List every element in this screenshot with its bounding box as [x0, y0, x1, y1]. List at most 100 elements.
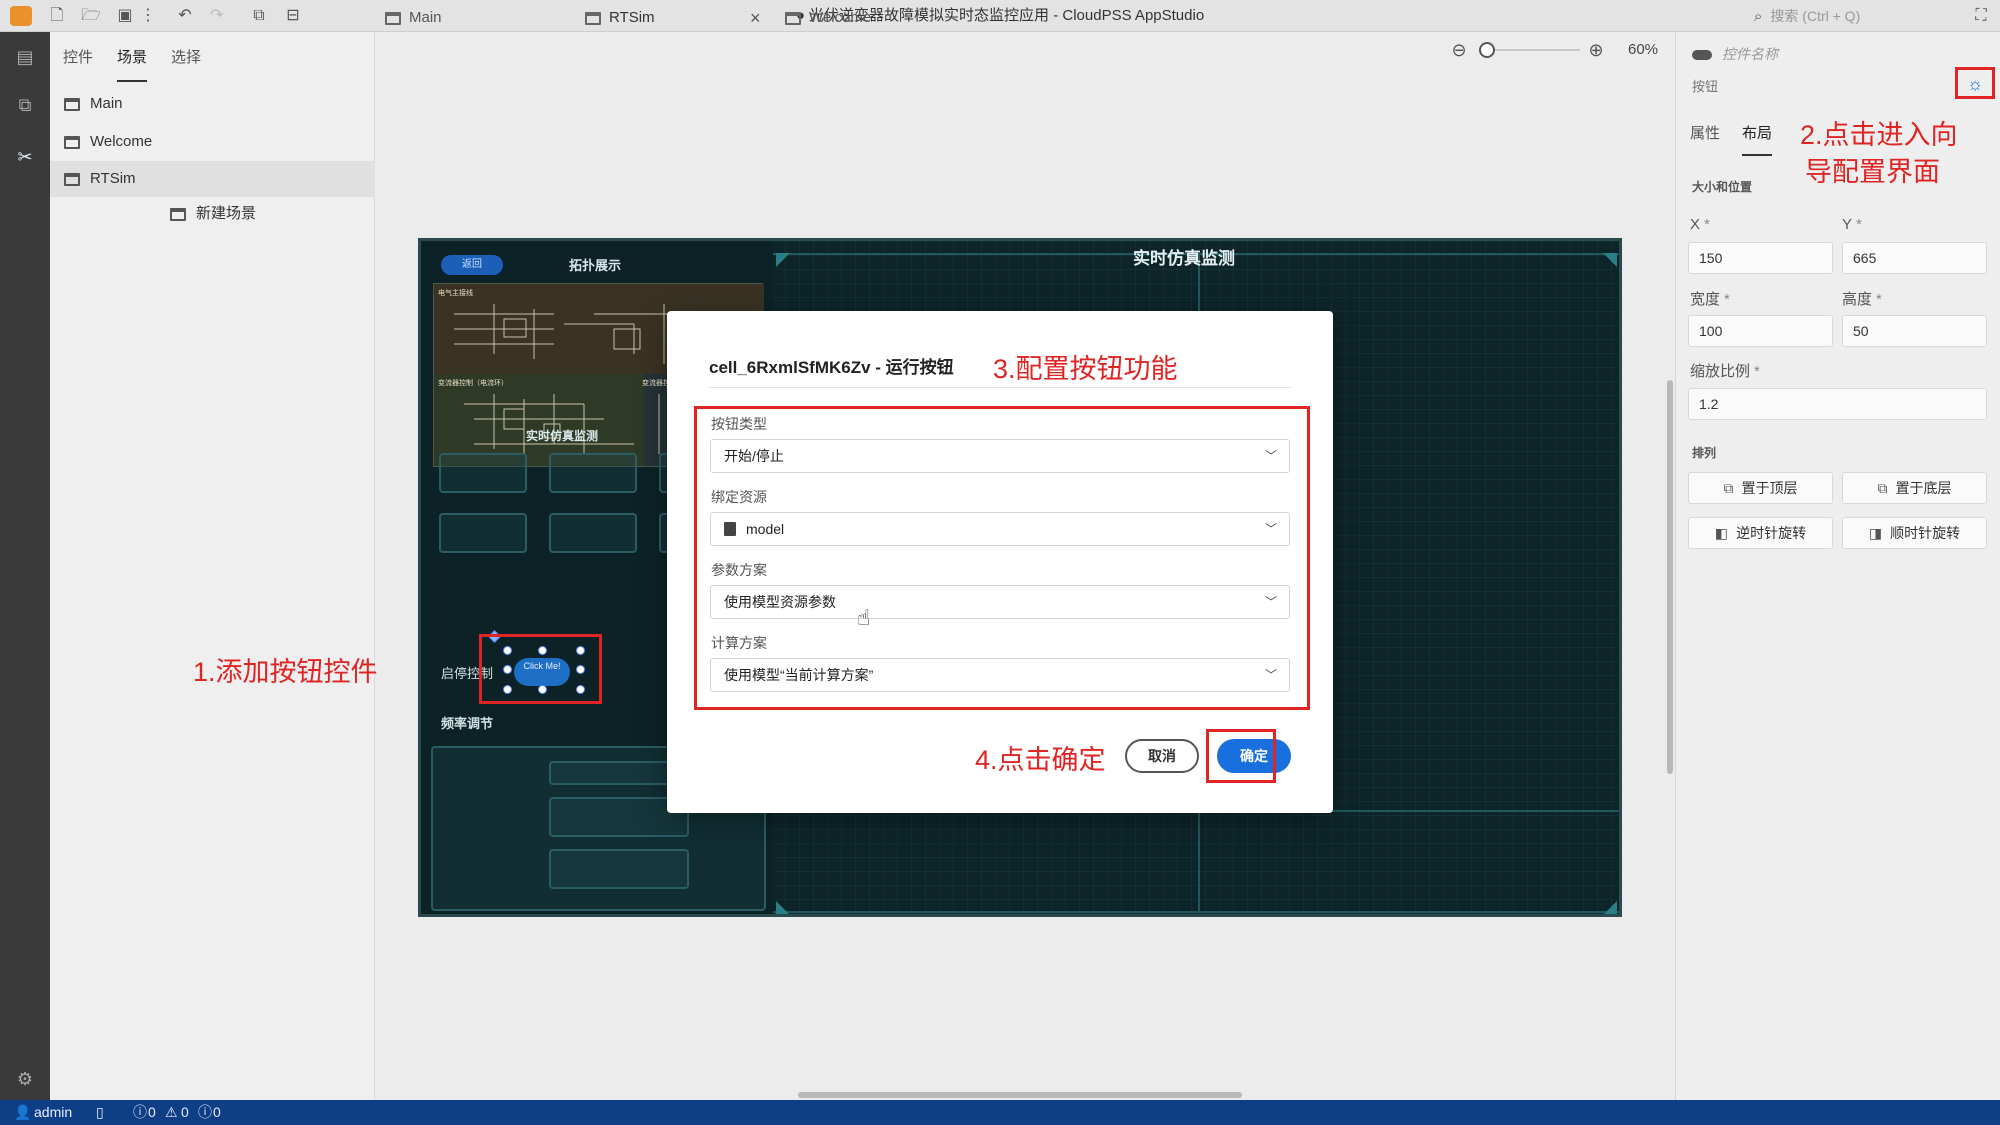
warning-icon: ⚠ — [165, 1104, 178, 1120]
activity-bar: ▤ ⧉ ✂ ⚙ — [0, 32, 50, 1100]
horizontal-scrollbar[interactable] — [798, 1092, 1242, 1098]
visibility-toggle-icon[interactable] — [1692, 50, 1712, 61]
properties-panel: 控件名称 按钮 ☼ 属性 布局 大小和位置 X * Y * 150 665 宽度 * … — [1675, 32, 2000, 1100]
app-logo-icon — [10, 6, 32, 26]
layers-up-icon: ⧉ — [1723, 480, 1734, 496]
undo-icon[interactable]: ↶ — [174, 5, 196, 27]
error-count[interactable]: 0 — [148, 1100, 156, 1125]
info-icon: ⓘ — [198, 1104, 212, 1120]
scene-back-pill[interactable]: 返回 — [441, 255, 503, 275]
info-count[interactable]: 0 — [213, 1100, 221, 1125]
cancel-button[interactable]: 取消 — [1125, 739, 1199, 773]
zoom-out-icon[interactable]: ⊖ — [1447, 38, 1471, 62]
user-name[interactable]: admin — [34, 1100, 72, 1125]
close-tab-icon[interactable]: × — [750, 0, 761, 36]
width-input[interactable]: 100 — [1688, 315, 1833, 347]
storage-icon: ▯ — [96, 1104, 104, 1120]
tab-scenes[interactable]: 场景 — [117, 46, 148, 82]
monitor-card-2 — [549, 453, 637, 493]
user-icon: 👤 — [14, 1104, 32, 1120]
x-input[interactable]: 150 — [1688, 242, 1833, 274]
scene-item-rtsim[interactable]: RTSim — [50, 161, 375, 197]
panel-tabs: 控件 场景 选择 — [50, 32, 375, 82]
width-label: 宽度 * — [1690, 291, 1730, 308]
bring-to-front-button[interactable]: ⧉ 置于顶层 — [1688, 472, 1833, 504]
page-icon — [785, 11, 801, 25]
new-file-icon[interactable]: 🗋 — [46, 5, 68, 27]
annotation-step-4: 4.点击确定 — [975, 745, 1106, 775]
control-name-field[interactable]: 控件名称 — [1692, 44, 1778, 64]
size-position-section: 大小和位置 — [1692, 180, 1753, 194]
annotation-step-1: 1.添加按钮控件 — [193, 657, 378, 687]
scene-panel: 控件 场景 选择 Main Welcome RTSim 新建场景 — [50, 32, 375, 1100]
redo-icon[interactable]: ↷ — [206, 5, 228, 27]
save-icon[interactable]: ▣ — [114, 5, 136, 27]
page-icon — [170, 207, 186, 221]
components-icon[interactable]: ▤ — [12, 44, 38, 70]
send-to-back-button[interactable]: ⧉ 置于底层 — [1842, 472, 1987, 504]
tab-properties[interactable]: 属性 — [1690, 122, 1720, 156]
page-icon — [585, 11, 601, 25]
zoom-slider-track[interactable] — [1490, 49, 1580, 51]
tab-select[interactable]: 选择 — [171, 46, 201, 82]
page-icon — [64, 135, 80, 149]
search-placeholder: 搜索 (Ctrl + Q) — [1770, 8, 1861, 24]
scale-input[interactable]: 1.2 — [1688, 388, 1987, 420]
zoom-slider-thumb[interactable] — [1479, 42, 1495, 58]
frame-corner — [776, 253, 790, 267]
more-icon[interactable]: ⋮ — [140, 5, 156, 27]
fullscreen-icon[interactable]: ⛶ — [1970, 5, 1992, 27]
annotation-box-wizard — [1955, 67, 1995, 99]
monitor-card-4 — [439, 513, 527, 553]
settings-icon[interactable]: ⚙ — [12, 1066, 38, 1092]
publish-icon[interactable]: ⊟ — [282, 5, 304, 27]
annotation-box-fields — [694, 406, 1310, 710]
monitor-card-5 — [549, 513, 637, 553]
resources-icon[interactable]: ⧉ — [12, 92, 38, 118]
error-icon: ⓘ — [133, 1104, 147, 1120]
page-icon — [385, 11, 401, 25]
tab-welcome[interactable]: Welcome — [785, 0, 871, 36]
scene-item-main[interactable]: Main — [50, 86, 375, 122]
tab-controls[interactable]: 控件 — [63, 46, 93, 82]
layers-down-icon: ⧉ — [1877, 480, 1888, 496]
tab-main[interactable]: Main — [385, 0, 442, 36]
title-bar: 🗋 🗁 ▣ ⋮ ↶ ↷ ⧉ ⊟ ● 光伏逆变器故障模拟实时态监控应用 - Clo… — [0, 0, 2000, 32]
annotation-step-2-line1: 2.点击进入向 — [1800, 120, 1958, 150]
rotate-cw-button[interactable]: ◨ 顺时针旋转 — [1842, 517, 1987, 549]
annotation-step-2-line2: 导配置界面 — [1805, 157, 1940, 187]
new-scene-button[interactable]: 新建场景 — [50, 196, 375, 232]
window-title: ● 光伏逆变器故障模拟实时态监控应用 - CloudPSS AppStudio — [795, 7, 1205, 24]
sub-monitor-title: 实时仿真监测 — [526, 429, 599, 443]
frame-corner — [1603, 901, 1617, 914]
x-label: X * — [1690, 216, 1710, 233]
y-label: Y * — [1842, 216, 1862, 233]
status-bar: 👤 admin ▯ ⓘ 0 ⚠ 0 ⓘ 0 — [0, 1100, 2000, 1125]
rotate-ccw-button[interactable]: ◧ 逆时针旋转 — [1688, 517, 1833, 549]
preview-icon[interactable]: ⧉ — [248, 5, 270, 27]
height-input[interactable]: 50 — [1842, 315, 1987, 347]
zoom-in-icon[interactable]: ⊕ — [1584, 38, 1608, 62]
arrange-section: 排列 — [1692, 446, 1717, 460]
zoom-level: 60% — [1628, 41, 1659, 58]
topo-title: 拓扑展示 — [569, 258, 622, 273]
warning-count[interactable]: 0 — [181, 1100, 189, 1125]
frame-corner — [1603, 253, 1617, 267]
annotation-box-button — [479, 634, 602, 704]
dialog-divider — [709, 387, 1291, 388]
scale-label: 缩放比例 * — [1690, 363, 1760, 380]
page-icon — [64, 97, 80, 111]
tools-icon[interactable]: ✂ — [12, 144, 38, 170]
dialog-title: cell_6RxmlSfMK6Zv - 运行按钮 — [709, 358, 954, 377]
global-search[interactable]: ⌕ 搜索 (Ctrl + Q) — [1754, 4, 1954, 28]
y-input[interactable]: 665 — [1842, 242, 1987, 274]
search-icon: ⌕ — [1754, 8, 1763, 25]
tab-layout[interactable]: 布局 — [1742, 122, 1773, 156]
open-folder-icon[interactable]: 🗁 — [80, 5, 102, 27]
tab-rtsim[interactable]: RTSim — [585, 0, 655, 36]
scene-main-title: 实时仿真监测 — [1133, 249, 1235, 268]
annotation-step-3: 3.配置按钮功能 — [993, 354, 1178, 384]
vertical-scrollbar[interactable] — [1667, 380, 1673, 774]
frequency-slot-3 — [549, 849, 689, 889]
scene-item-welcome[interactable]: Welcome — [50, 124, 375, 160]
